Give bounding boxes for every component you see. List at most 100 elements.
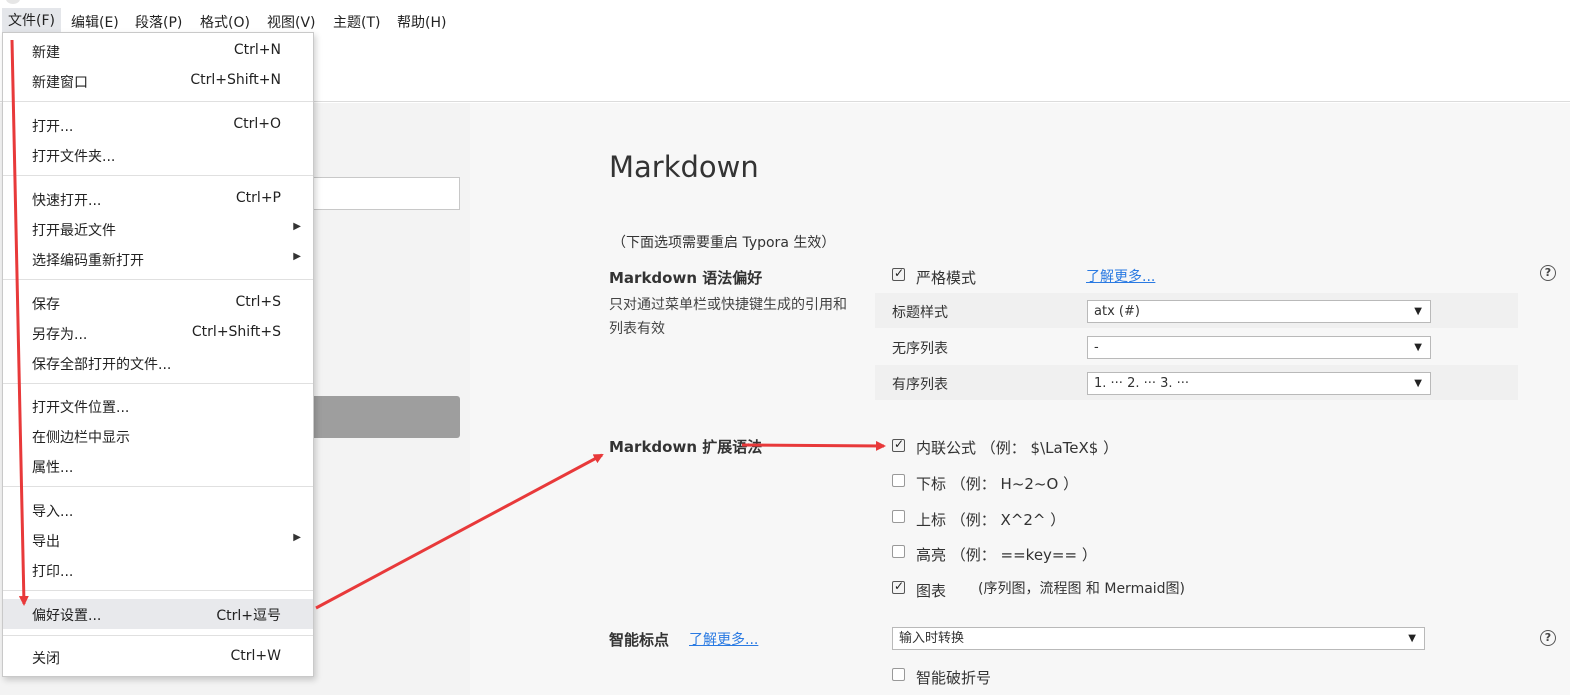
menu-item-shortcut: Ctrl+N bbox=[233, 42, 281, 58]
inline-math-label: 内联公式 （例： $\LaTeX$ ） bbox=[916, 439, 1119, 457]
menu-item-show-in-sidebar[interactable]: 在侧边栏中显示 bbox=[3, 422, 313, 450]
unordered-list-label: 无序列表 bbox=[892, 341, 948, 357]
syntax-pref-desc: 只对通过菜单栏或快捷键生成的引用和列表有效 bbox=[609, 297, 847, 337]
menu-separator bbox=[3, 175, 313, 176]
menu-item-save[interactable]: 保存 Ctrl+S bbox=[3, 289, 313, 317]
diagram-checkbox[interactable] bbox=[892, 579, 905, 594]
learn-more-link[interactable]: 了解更多... bbox=[1086, 266, 1155, 286]
smart-punct-select[interactable]: 输入时转换 ▼ bbox=[892, 627, 1425, 650]
menu-item-label: 偏好设置... bbox=[32, 608, 102, 624]
menu-item-shortcut: Ctrl+P bbox=[235, 190, 281, 206]
file-menu-dropdown: 新建 Ctrl+N 新建窗口 Ctrl+Shift+N 打开... Ctrl+O… bbox=[2, 32, 314, 677]
menu-item-label: 关闭 bbox=[32, 651, 60, 667]
menu-separator bbox=[3, 635, 313, 636]
menu-item-label: 导出 bbox=[32, 534, 60, 550]
menu-item-label: 打开最近文件 bbox=[32, 223, 116, 239]
menu-item-print[interactable]: 打印... bbox=[3, 556, 313, 584]
menu-format[interactable]: 格式(O) bbox=[200, 10, 250, 34]
menu-item-save-all[interactable]: 保存全部打开的文件... bbox=[3, 349, 313, 377]
menu-item-label: 在侧边栏中显示 bbox=[32, 430, 130, 446]
chevron-down-icon: ▼ bbox=[1414, 378, 1422, 389]
submenu-arrow-icon: ▶ bbox=[293, 251, 301, 262]
smart-dash-label: 智能破折号 bbox=[916, 669, 992, 687]
smart-dash-checkbox[interactable] bbox=[892, 668, 905, 681]
chevron-down-icon: ▼ bbox=[1408, 633, 1416, 644]
ordered-list-select[interactable]: 1. ··· 2. ··· 3. ··· ▼ bbox=[1087, 372, 1431, 395]
menu-item-shortcut: Ctrl+W bbox=[230, 648, 281, 664]
menu-item-shortcut: Ctrl+O bbox=[233, 116, 281, 132]
menu-item-label: 保存全部打开的文件... bbox=[32, 357, 172, 373]
submenu-arrow-icon: ▶ bbox=[293, 532, 301, 543]
menu-item-close[interactable]: 关闭 Ctrl+W bbox=[3, 643, 313, 671]
smart-punct-value: 输入时转换 bbox=[899, 631, 965, 646]
strict-mode-label: 严格模式 bbox=[916, 269, 977, 287]
heading-style-label: 标题样式 bbox=[892, 305, 948, 321]
menu-help[interactable]: 帮助(H) bbox=[397, 10, 446, 34]
menu-item-export[interactable]: 导出 ▶ bbox=[3, 526, 313, 554]
menu-separator bbox=[3, 383, 313, 384]
unordered-list-select[interactable]: - ▼ bbox=[1087, 336, 1431, 359]
menu-item-label: 快速打开... bbox=[32, 193, 102, 209]
menu-item-open[interactable]: 打开... Ctrl+O bbox=[3, 111, 313, 139]
syntax-pref-title: Markdown 语法偏好 bbox=[609, 269, 763, 287]
menu-file[interactable]: 文件(F) bbox=[2, 8, 61, 32]
menu-item-label: 打开文件夹... bbox=[32, 149, 116, 165]
help-icon[interactable]: ? bbox=[1540, 265, 1556, 281]
diagram-note: (序列图，流程图 和 Mermaid图) bbox=[978, 581, 1186, 597]
menu-item-shortcut: Ctrl+Shift+S bbox=[191, 324, 281, 340]
menu-item-label: 新建窗口 bbox=[32, 75, 88, 91]
menu-item-new-window[interactable]: 新建窗口 Ctrl+Shift+N bbox=[3, 67, 313, 95]
menu-item-open-recent[interactable]: 打开最近文件 ▶ bbox=[3, 215, 313, 243]
ordered-list-label: 有序列表 bbox=[892, 377, 948, 393]
sidebar-item-active[interactable] bbox=[300, 396, 460, 438]
menu-separator bbox=[3, 590, 313, 591]
inline-math-checkbox[interactable] bbox=[892, 437, 905, 452]
strict-mode-checkbox[interactable] bbox=[892, 266, 905, 281]
menu-item-shortcut: Ctrl+Shift+N bbox=[190, 72, 281, 88]
menu-item-label: 新建 bbox=[32, 45, 60, 61]
menu-item-quick-open[interactable]: 快速打开... Ctrl+P bbox=[3, 185, 313, 213]
menu-separator bbox=[3, 101, 313, 102]
menu-item-preferences[interactable]: 偏好设置... Ctrl+逗号 bbox=[3, 599, 313, 629]
help-icon[interactable]: ? bbox=[1540, 630, 1556, 646]
menu-separator bbox=[3, 486, 313, 487]
smart-punct-title: 智能标点 bbox=[609, 631, 670, 649]
highlight-checkbox[interactable] bbox=[892, 545, 905, 558]
menu-edit[interactable]: 编辑(E) bbox=[71, 10, 119, 34]
superscript-checkbox[interactable] bbox=[892, 510, 905, 523]
menu-item-label: 属性... bbox=[32, 460, 74, 476]
submenu-arrow-icon: ▶ bbox=[293, 221, 301, 232]
menu-item-new[interactable]: 新建 Ctrl+N bbox=[3, 37, 313, 65]
menu-item-save-as[interactable]: 另存为... Ctrl+Shift+S bbox=[3, 319, 313, 347]
menu-item-label: 打开文件位置... bbox=[32, 400, 130, 416]
menu-item-open-folder[interactable]: 打开文件夹... bbox=[3, 141, 313, 169]
menu-item-label: 打印... bbox=[32, 564, 74, 580]
menu-item-reopen-encoding[interactable]: 选择编码重新打开 ▶ bbox=[3, 245, 313, 273]
menu-item-shortcut: Ctrl+逗号 bbox=[216, 608, 281, 624]
smart-punct-learn-more-link[interactable]: 了解更多... bbox=[689, 629, 758, 649]
subscript-checkbox[interactable] bbox=[892, 474, 905, 487]
menu-item-label: 打开... bbox=[32, 119, 74, 135]
chevron-down-icon: ▼ bbox=[1414, 306, 1422, 317]
restart-note: （下面选项需要重启 Typora 生效） bbox=[612, 235, 836, 251]
menu-item-import[interactable]: 导入... bbox=[3, 496, 313, 524]
superscript-label: 上标 （例： X^2^ ） bbox=[916, 511, 1066, 529]
window-corner bbox=[6, 0, 20, 4]
menu-item-label: 另存为... bbox=[32, 327, 88, 343]
menu-item-open-location[interactable]: 打开文件位置... bbox=[3, 392, 313, 420]
menu-item-properties[interactable]: 属性... bbox=[3, 452, 313, 480]
menu-theme[interactable]: 主题(T) bbox=[333, 10, 380, 34]
unordered-list-value: - bbox=[1094, 340, 1099, 355]
page-title: Markdown bbox=[609, 150, 759, 184]
highlight-label: 高亮 （例： ==key== ） bbox=[916, 546, 1097, 564]
menu-item-label: 选择编码重新打开 bbox=[32, 253, 144, 269]
menu-item-shortcut: Ctrl+S bbox=[235, 294, 281, 310]
menu-view[interactable]: 视图(V) bbox=[267, 10, 316, 34]
extensions-title: Markdown 扩展语法 bbox=[609, 438, 763, 456]
menu-paragraph[interactable]: 段落(P) bbox=[135, 10, 182, 34]
chevron-down-icon: ▼ bbox=[1414, 342, 1422, 353]
menu-separator bbox=[3, 279, 313, 280]
preferences-search-input[interactable] bbox=[300, 177, 460, 210]
diagram-label: 图表 bbox=[916, 582, 947, 600]
heading-style-select[interactable]: atx (#) ▼ bbox=[1087, 300, 1431, 323]
